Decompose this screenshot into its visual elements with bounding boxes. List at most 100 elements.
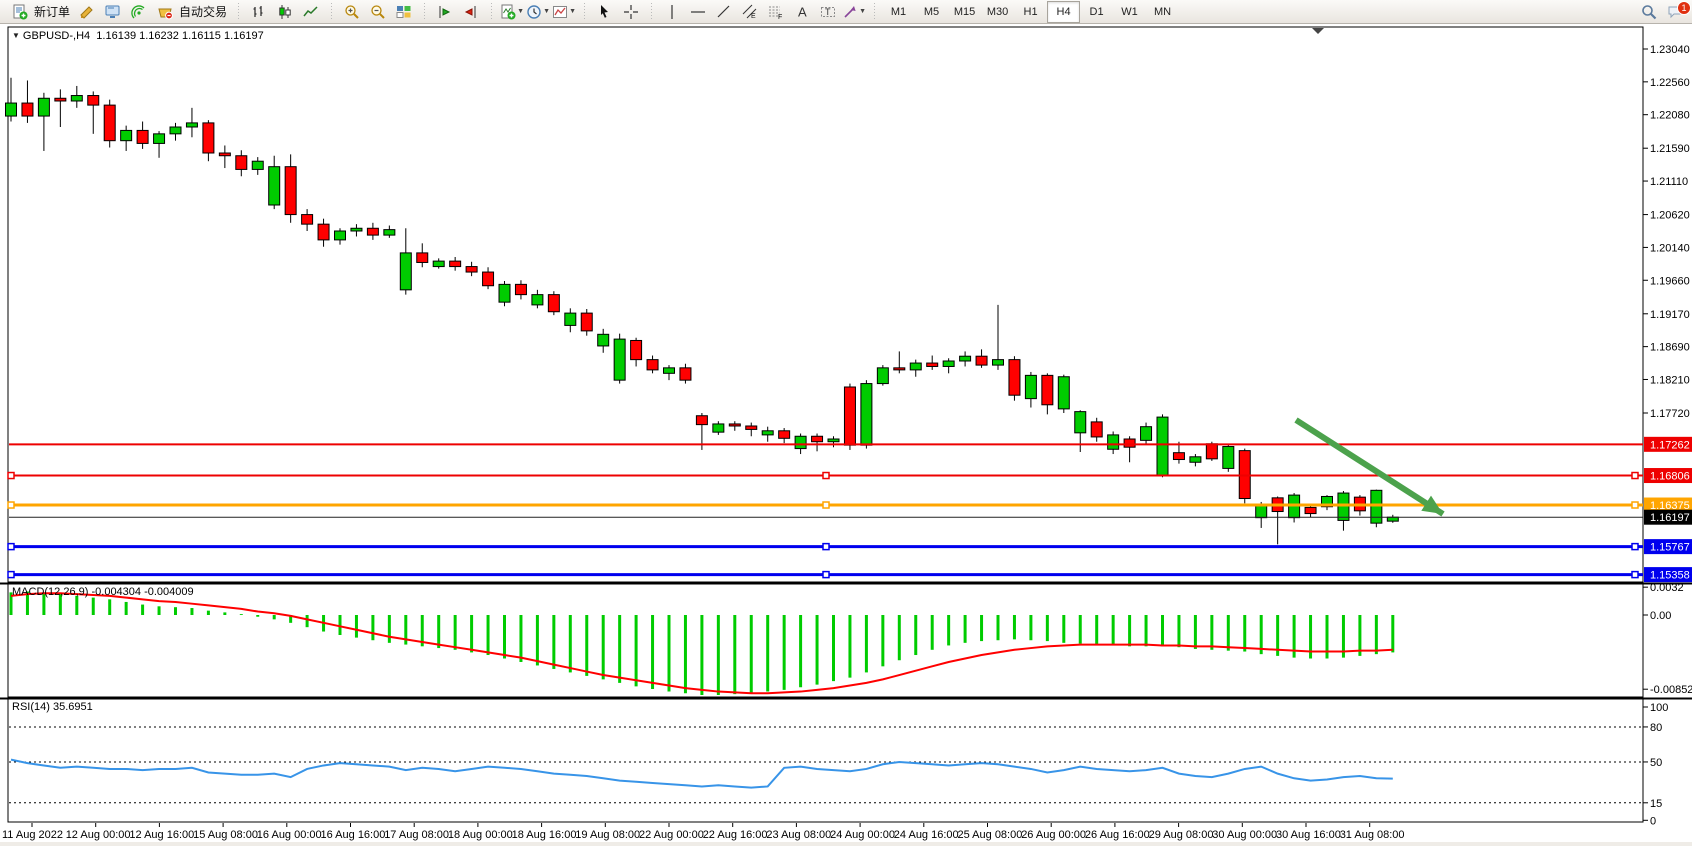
mt4-window: 新订单自动交易▼▼▼EFAT▼M1M5M15M30H1H4D1W1MN 1 1.… — [0, 0, 1692, 846]
line-handle[interactable] — [1632, 572, 1638, 578]
line-handle[interactable] — [8, 572, 14, 578]
candle — [71, 96, 82, 101]
ohlc-low: 1.16115 — [182, 30, 221, 42]
candle — [6, 103, 17, 116]
candle — [170, 127, 181, 134]
candle — [943, 361, 954, 366]
candle — [203, 123, 214, 153]
candle — [483, 272, 494, 286]
candle — [302, 215, 313, 225]
time-axis-label: 22 Aug 16:00 — [703, 829, 768, 841]
line-handle[interactable] — [1632, 544, 1638, 550]
main-chart-panel[interactable] — [8, 27, 1643, 582]
line-handle[interactable] — [8, 502, 14, 508]
macd-axis-label: 0.00 — [1650, 610, 1671, 622]
candle — [779, 431, 790, 439]
line-handle[interactable] — [8, 544, 14, 550]
candle — [367, 228, 378, 235]
candle — [1338, 493, 1349, 520]
price-tag-label: 1.15767 — [1650, 542, 1690, 554]
price-axis-label: 1.19660 — [1650, 275, 1690, 287]
ohlc-close: 1.16197 — [224, 30, 264, 42]
candle — [762, 431, 773, 435]
candle — [1305, 507, 1316, 513]
candle — [450, 261, 461, 266]
time-axis-label: 17 Aug 08:00 — [384, 829, 449, 841]
candle — [515, 284, 526, 294]
candle — [285, 167, 296, 215]
rsi-panel[interactable] — [8, 699, 1643, 822]
rsi-indicator-label: RSI(14) 35.6951 — [12, 701, 93, 713]
time-axis-label: 31 Aug 08:00 — [1340, 829, 1405, 841]
time-axis-label: 30 Aug 16:00 — [1276, 829, 1341, 841]
candle — [351, 228, 362, 231]
candle — [22, 103, 33, 116]
candle — [746, 426, 757, 429]
candle — [844, 387, 855, 445]
candle — [499, 284, 510, 302]
candle — [236, 156, 247, 170]
line-handle[interactable] — [823, 502, 829, 508]
chart-title: ▼GBPUSD-,H4 1.16139 1.16232 1.16115 1.16… — [12, 30, 264, 42]
candle — [384, 230, 395, 235]
line-handle[interactable] — [823, 473, 829, 479]
candle — [154, 134, 165, 144]
line-handle[interactable] — [823, 572, 829, 578]
candle — [1157, 417, 1168, 475]
candle — [631, 340, 642, 359]
candle — [1190, 457, 1201, 462]
macd-name: MACD(12,26,9) — [12, 586, 88, 598]
candle — [1206, 444, 1217, 459]
candle — [598, 334, 609, 346]
candle — [680, 368, 691, 380]
time-axis-label: 26 Aug 16:00 — [1085, 829, 1150, 841]
candle — [1387, 517, 1398, 521]
candle — [219, 153, 230, 156]
rsi-axis-label: 80 — [1650, 722, 1662, 734]
ohlc-open: 1.16139 — [96, 30, 136, 42]
time-axis-label: 12 Aug 00:00 — [66, 829, 131, 841]
time-axis-label: 19 Aug 08:00 — [575, 829, 640, 841]
candle — [1075, 412, 1086, 433]
price-axis-label: 1.21110 — [1650, 176, 1688, 188]
candle — [38, 98, 49, 116]
symbol-period: GBPUSD-,H4 — [23, 30, 90, 42]
candle — [1009, 360, 1020, 396]
time-axis-label: 16 Aug 00:00 — [257, 829, 322, 841]
rsi-axis-label: 100 — [1650, 702, 1668, 714]
price-tag-label: 1.16197 — [1650, 512, 1690, 524]
candle — [1025, 375, 1036, 398]
chart-canvas[interactable]: 1.230401.225601.220801.215901.211101.206… — [0, 0, 1692, 846]
candle — [1091, 422, 1102, 437]
candle — [55, 98, 66, 101]
rsi-value: 35.6951 — [53, 701, 93, 713]
candle — [1124, 439, 1135, 447]
candle — [137, 130, 148, 143]
candle — [713, 424, 724, 432]
time-axis-label: 18 Aug 16:00 — [512, 829, 577, 841]
time-axis-label: 24 Aug 16:00 — [894, 829, 959, 841]
time-axis-label: 23 Aug 08:00 — [766, 829, 831, 841]
candle — [1042, 375, 1053, 404]
time-axis-label: 12 Aug 16:00 — [129, 829, 194, 841]
time-axis-label: 24 Aug 00:00 — [830, 829, 895, 841]
price-axis-label: 1.17720 — [1650, 408, 1690, 420]
candle — [828, 439, 839, 442]
candle — [335, 231, 346, 240]
macd-main-value: -0.004304 — [91, 586, 141, 598]
line-handle[interactable] — [1632, 473, 1638, 479]
candle — [729, 424, 740, 426]
candle — [565, 313, 576, 325]
price-axis-label: 1.23040 — [1650, 44, 1690, 56]
candle — [1223, 447, 1234, 469]
candle — [121, 130, 132, 140]
line-handle[interactable] — [823, 544, 829, 550]
line-handle[interactable] — [8, 473, 14, 479]
candle — [861, 384, 872, 446]
macd-panel[interactable] — [8, 584, 1643, 697]
candle — [433, 261, 444, 266]
collapse-arrow-icon[interactable]: ▼ — [12, 31, 20, 40]
line-handle[interactable] — [1632, 502, 1638, 508]
price-tag-label: 1.16806 — [1650, 471, 1690, 483]
time-axis-label: 11 Aug 2022 — [2, 829, 63, 841]
